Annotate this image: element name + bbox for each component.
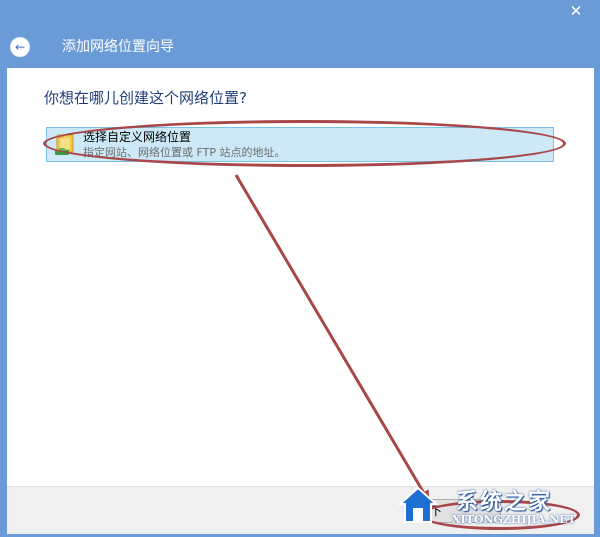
wizard-content: 你想在哪儿创建这个网络位置? 选择自定义网络位置 指定网站、网络位置或 FTP … bbox=[7, 68, 594, 486]
wizard-window: ✕ ← 添加网络位置向导 你想在哪儿创建这个网络位置? 选择自定义网络位置 指定… bbox=[0, 0, 600, 537]
close-icon: ✕ bbox=[569, 2, 583, 20]
house-logo-icon bbox=[398, 486, 438, 523]
option-description: 指定网站、网络位置或 FTP 站点的地址。 bbox=[83, 146, 286, 159]
watermark-sub-text: XITONGZHIJIA.NET bbox=[452, 513, 576, 526]
back-button[interactable]: ← bbox=[10, 37, 30, 57]
option-custom-network-location[interactable]: 选择自定义网络位置 指定网站、网络位置或 FTP 站点的地址。 bbox=[46, 127, 554, 162]
back-arrow-icon: ← bbox=[14, 40, 26, 54]
watermark: 系统之家 XITONGZHIJIA.NET bbox=[394, 478, 594, 536]
close-button[interactable]: ✕ bbox=[562, 0, 590, 22]
wizard-title: 添加网络位置向导 bbox=[62, 39, 174, 55]
option-title: 选择自定义网络位置 bbox=[83, 130, 192, 144]
folder-network-icon bbox=[55, 134, 74, 155]
page-question: 你想在哪儿创建这个网络位置? bbox=[44, 89, 247, 107]
watermark-main-text: 系统之家 bbox=[456, 489, 553, 515]
